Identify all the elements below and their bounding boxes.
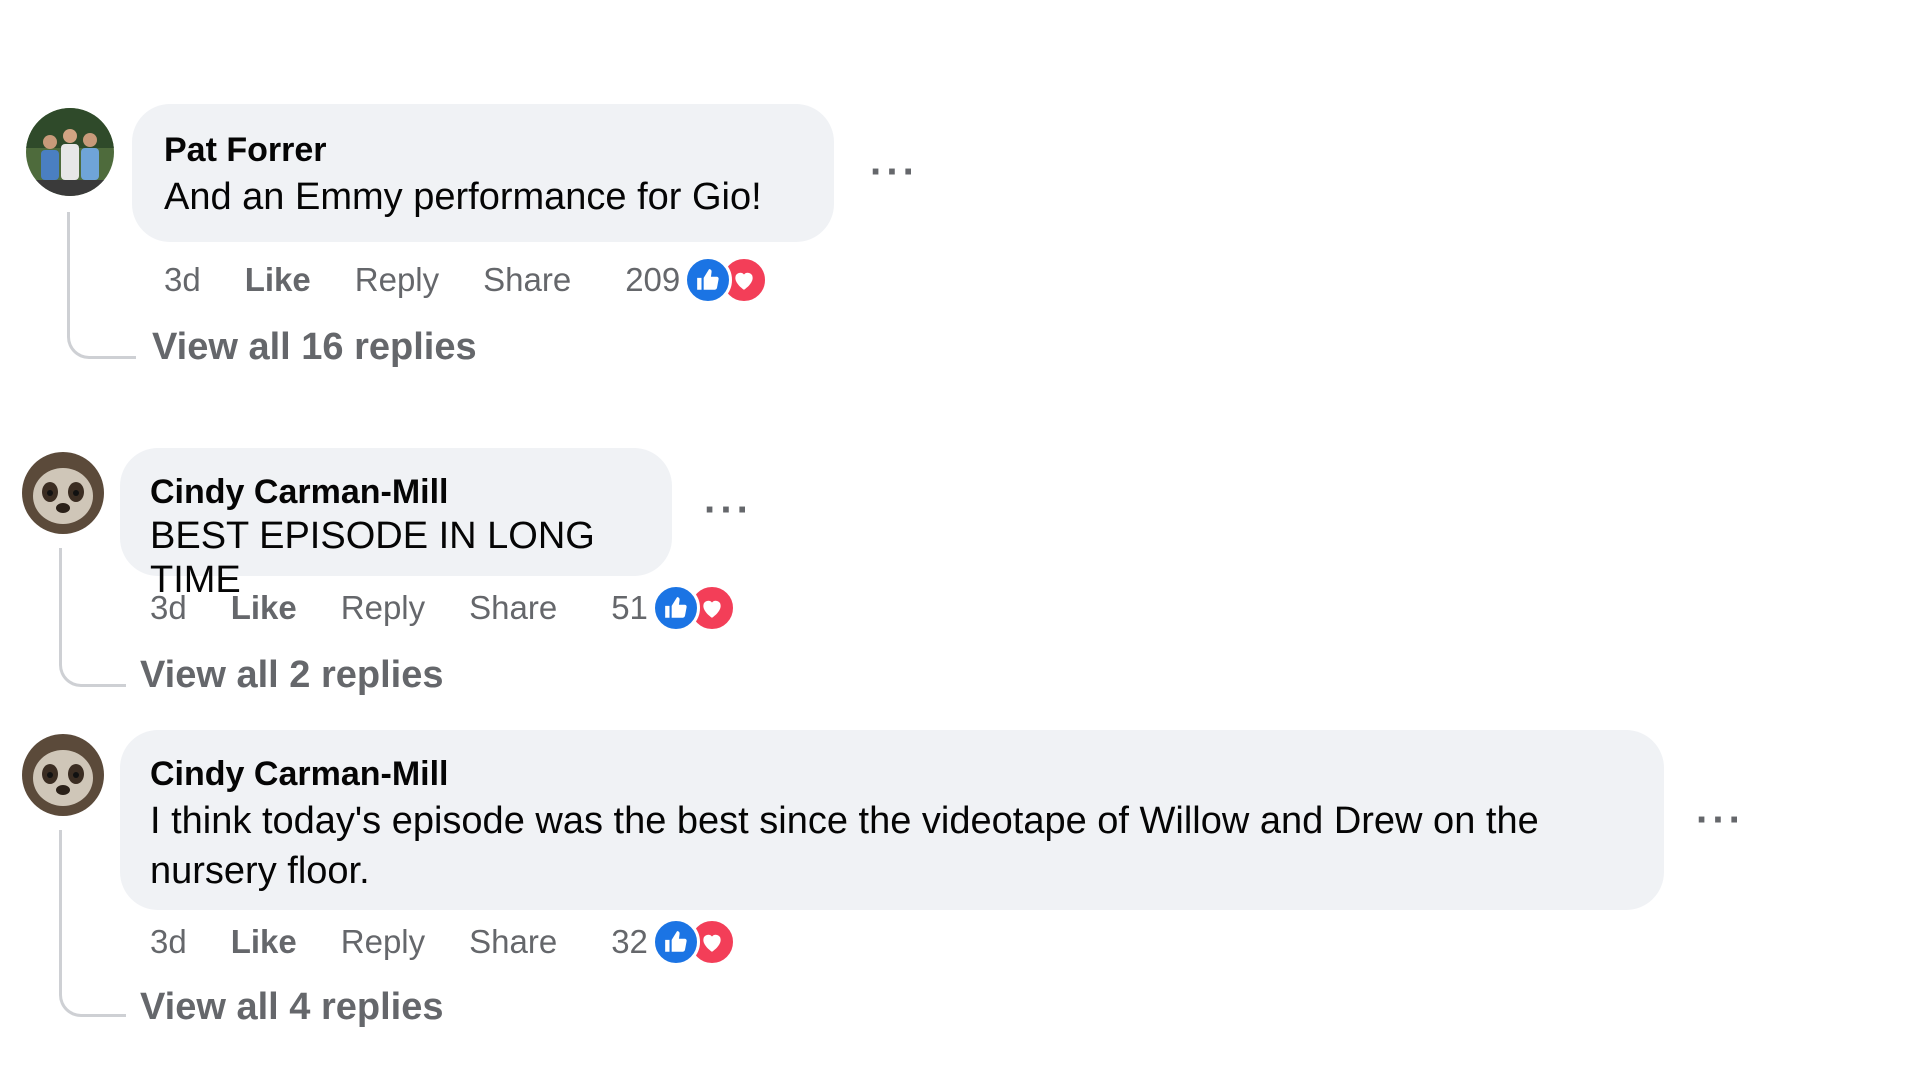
comment-timestamp[interactable]: 3d bbox=[164, 261, 201, 299]
comment-actions: 3d Like Reply Share 32 bbox=[150, 916, 736, 968]
comment-bubble: Cindy Carman-Mill BEST EPISODE IN LONG T… bbox=[120, 448, 672, 601]
comment-author[interactable]: Cindy Carman-Mill bbox=[150, 470, 642, 514]
comment-text: And an Emmy performance for Gio! bbox=[164, 176, 762, 218]
comment-bubble: Pat Forrer And an Emmy performance for G… bbox=[132, 104, 834, 242]
thread-line bbox=[67, 212, 136, 359]
like-button[interactable]: Like bbox=[245, 261, 311, 299]
more-options-icon[interactable]: ··· bbox=[704, 490, 753, 530]
more-options-icon[interactable]: ··· bbox=[870, 152, 919, 192]
like-button[interactable]: Like bbox=[231, 923, 297, 961]
reaction-count[interactable]: 32 bbox=[611, 923, 648, 961]
comment-author[interactable]: Pat Forrer bbox=[164, 128, 802, 172]
reply-button[interactable]: Reply bbox=[341, 589, 425, 627]
comment-actions: 3d Like Reply Share 209 bbox=[164, 254, 769, 306]
comment-bubble: Cindy Carman-Mill I think today's episod… bbox=[120, 730, 1664, 910]
avatar[interactable] bbox=[22, 452, 104, 534]
reply-button[interactable]: Reply bbox=[341, 923, 425, 961]
view-replies-link[interactable]: View all 4 replies bbox=[140, 986, 443, 1029]
avatar[interactable] bbox=[26, 108, 114, 196]
reaction-count[interactable]: 209 bbox=[625, 261, 680, 299]
reply-button[interactable]: Reply bbox=[355, 261, 439, 299]
more-options-icon[interactable]: ··· bbox=[1696, 800, 1745, 840]
like-icon bbox=[684, 256, 733, 304]
reaction-count[interactable]: 51 bbox=[611, 589, 648, 627]
comment-actions: 3d Like Reply Share 51 bbox=[150, 582, 736, 634]
like-icon bbox=[651, 584, 700, 632]
like-icon bbox=[651, 918, 700, 966]
share-button[interactable]: Share bbox=[469, 923, 557, 961]
comment-text: I think today's episode was the best sin… bbox=[150, 800, 1539, 892]
avatar[interactable] bbox=[22, 734, 104, 816]
thread-line bbox=[59, 548, 126, 687]
like-button[interactable]: Like bbox=[231, 589, 297, 627]
share-button[interactable]: Share bbox=[469, 589, 557, 627]
view-replies-link[interactable]: View all 2 replies bbox=[140, 654, 443, 697]
comment-author[interactable]: Cindy Carman-Mill bbox=[150, 752, 1634, 796]
comment-timestamp[interactable]: 3d bbox=[150, 589, 187, 627]
view-replies-link[interactable]: View all 16 replies bbox=[152, 326, 477, 369]
comment-timestamp[interactable]: 3d bbox=[150, 923, 187, 961]
thread-line bbox=[59, 830, 126, 1017]
share-button[interactable]: Share bbox=[483, 261, 571, 299]
